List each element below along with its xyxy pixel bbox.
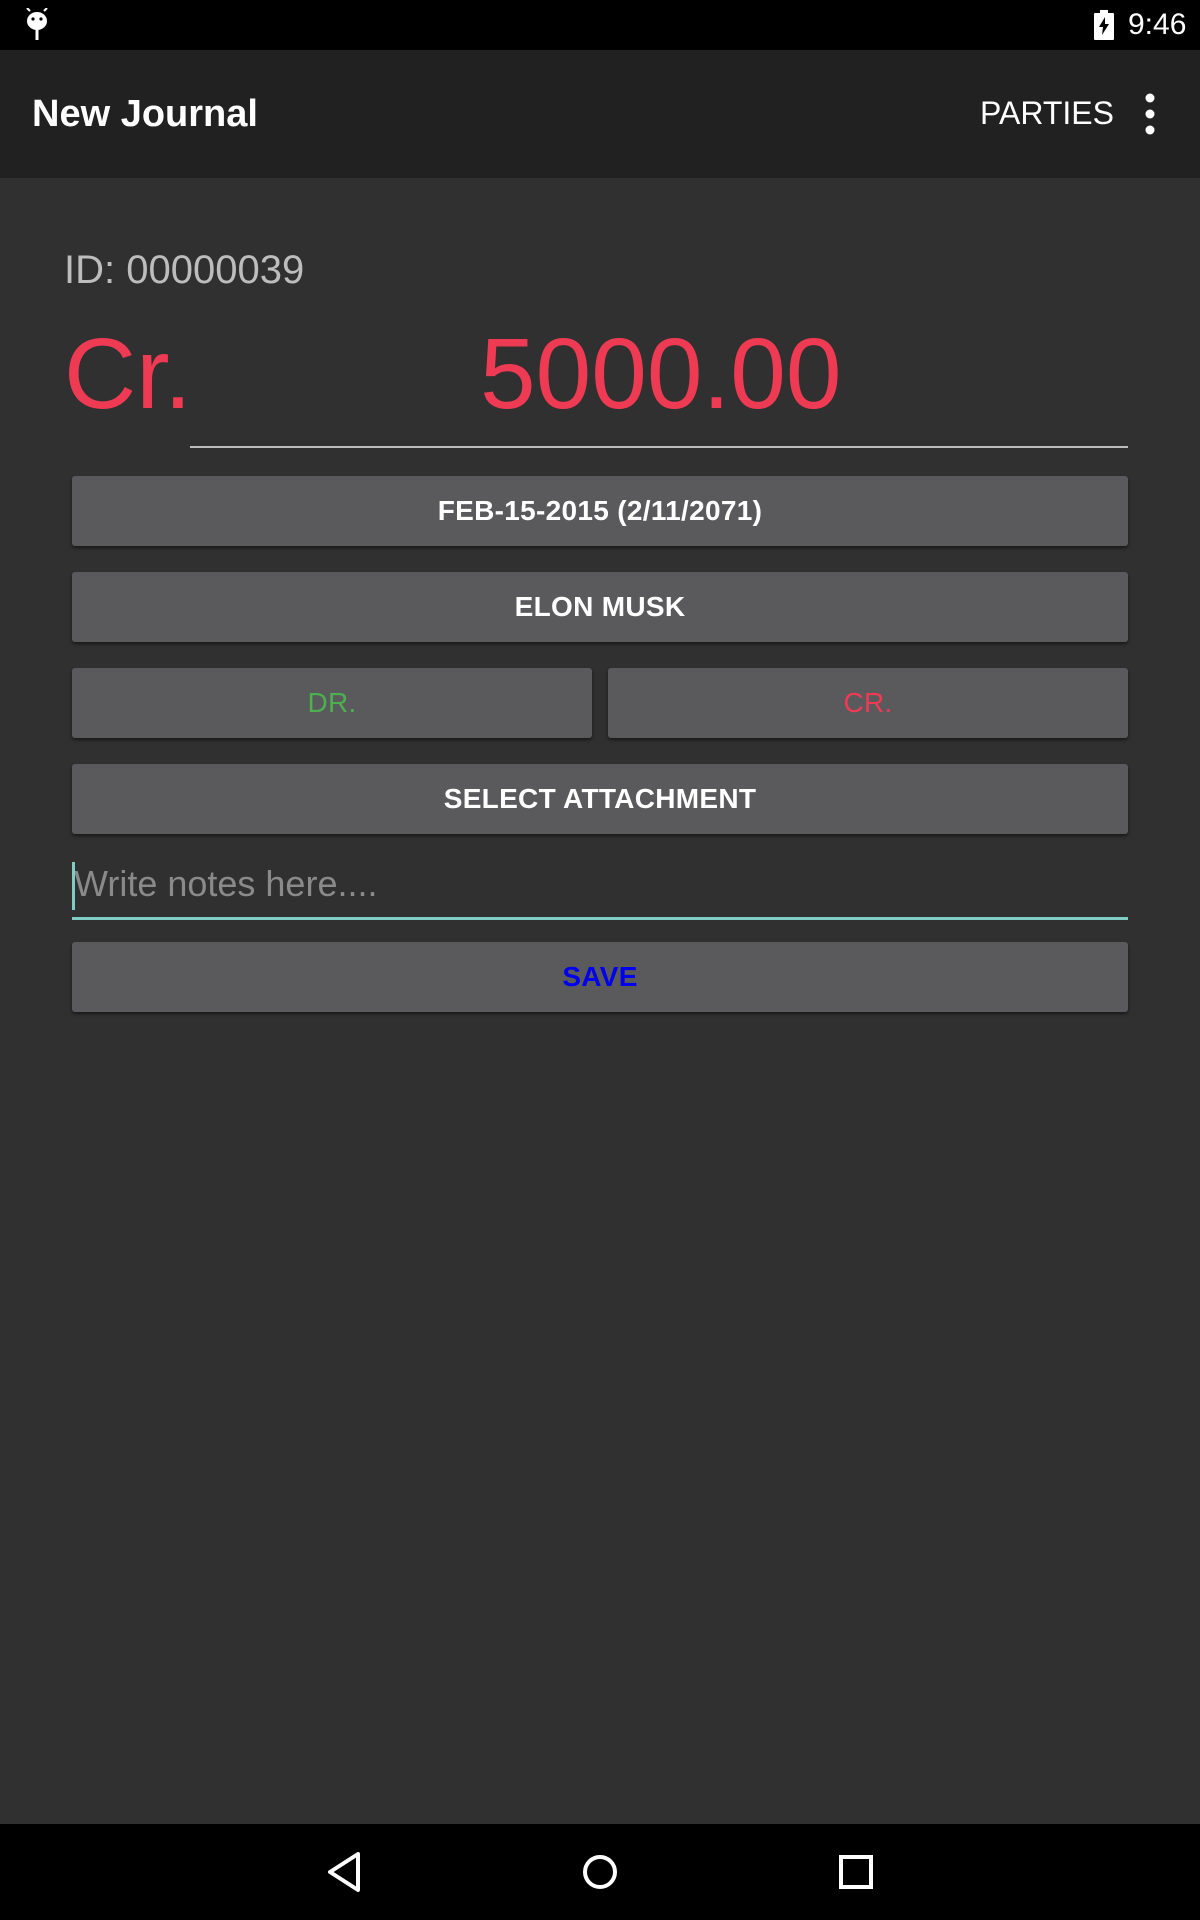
save-button[interactable]: SAVE [72, 942, 1128, 1012]
home-circle-icon[interactable] [572, 1844, 628, 1900]
status-bar: 9:46 [0, 0, 1200, 50]
notes-field-container [72, 854, 1128, 920]
page-title: New Journal [32, 93, 258, 135]
journal-form: ID: 00000039 Cr. 5000.00 FEB-15-2015 (2/… [0, 178, 1200, 1824]
status-clock: 9:46 [1128, 8, 1187, 41]
debit-button[interactable]: DR. [72, 668, 592, 738]
android-icon [26, 8, 48, 40]
select-attachment-button[interactable]: SELECT ATTACHMENT [72, 764, 1128, 834]
recents-square-icon[interactable] [828, 1844, 884, 1900]
parties-button[interactable]: PARTIES [980, 88, 1114, 138]
journal-id: ID: 00000039 [64, 248, 305, 292]
amount-field[interactable]: 5000.00 [190, 316, 1128, 448]
battery-charging-icon [1094, 10, 1114, 40]
notes-input[interactable] [72, 854, 1128, 914]
app-bar: New Journal PARTIES [0, 50, 1200, 178]
credit-button[interactable]: CR. [608, 668, 1128, 738]
navigation-bar [0, 1824, 1200, 1920]
more-vert-icon[interactable] [1130, 86, 1170, 142]
party-button[interactable]: ELON MUSK [72, 572, 1128, 642]
text-cursor [72, 862, 75, 910]
date-button[interactable]: FEB-15-2015 (2/11/2071) [72, 476, 1128, 546]
back-triangle-icon[interactable] [316, 1844, 372, 1900]
amount-value: 5000.00 [480, 318, 842, 430]
entry-type-label: Cr. [64, 318, 192, 430]
